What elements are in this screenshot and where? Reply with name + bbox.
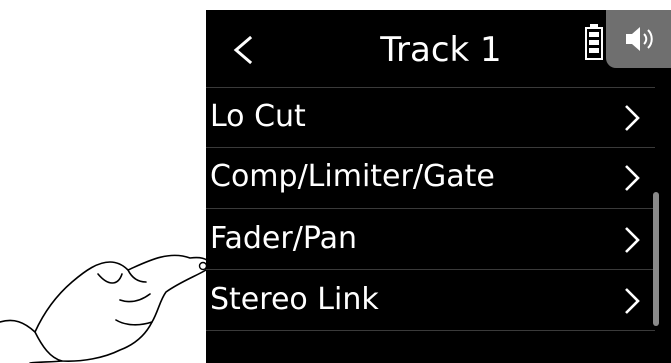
menu-item-stereo-link[interactable]: Stereo Link [206,270,655,330]
menu-item-fader-pan[interactable]: Fader/Pan [206,209,655,269]
device-screen: Track 1 Lo Cut Comp/Limiter/Gate Fader/P… [206,10,671,363]
battery-icon [584,23,604,61]
back-button[interactable] [224,30,264,70]
menu-item-label: Comp/Limiter/Gate [210,159,495,194]
page-title: Track 1 [380,30,502,70]
menu-item-label: Lo Cut [210,99,306,134]
divider [206,330,655,331]
chevron-right-icon [625,105,640,131]
header-bar: Track 1 [206,10,671,87]
chevron-left-icon [233,35,253,65]
speaker-button[interactable] [606,10,671,68]
chevron-right-icon [625,227,640,253]
menu-item-label: Stereo Link [210,282,379,317]
chevron-right-icon [625,165,640,191]
menu-item-comp-limiter-gate[interactable]: Comp/Limiter/Gate [206,147,655,207]
scrollbar[interactable] [653,192,659,326]
menu-item-label: Fader/Pan [210,221,357,256]
chevron-right-icon [625,288,640,314]
speaker-icon [626,27,653,51]
menu-item-lo-cut[interactable]: Lo Cut [206,87,655,147]
